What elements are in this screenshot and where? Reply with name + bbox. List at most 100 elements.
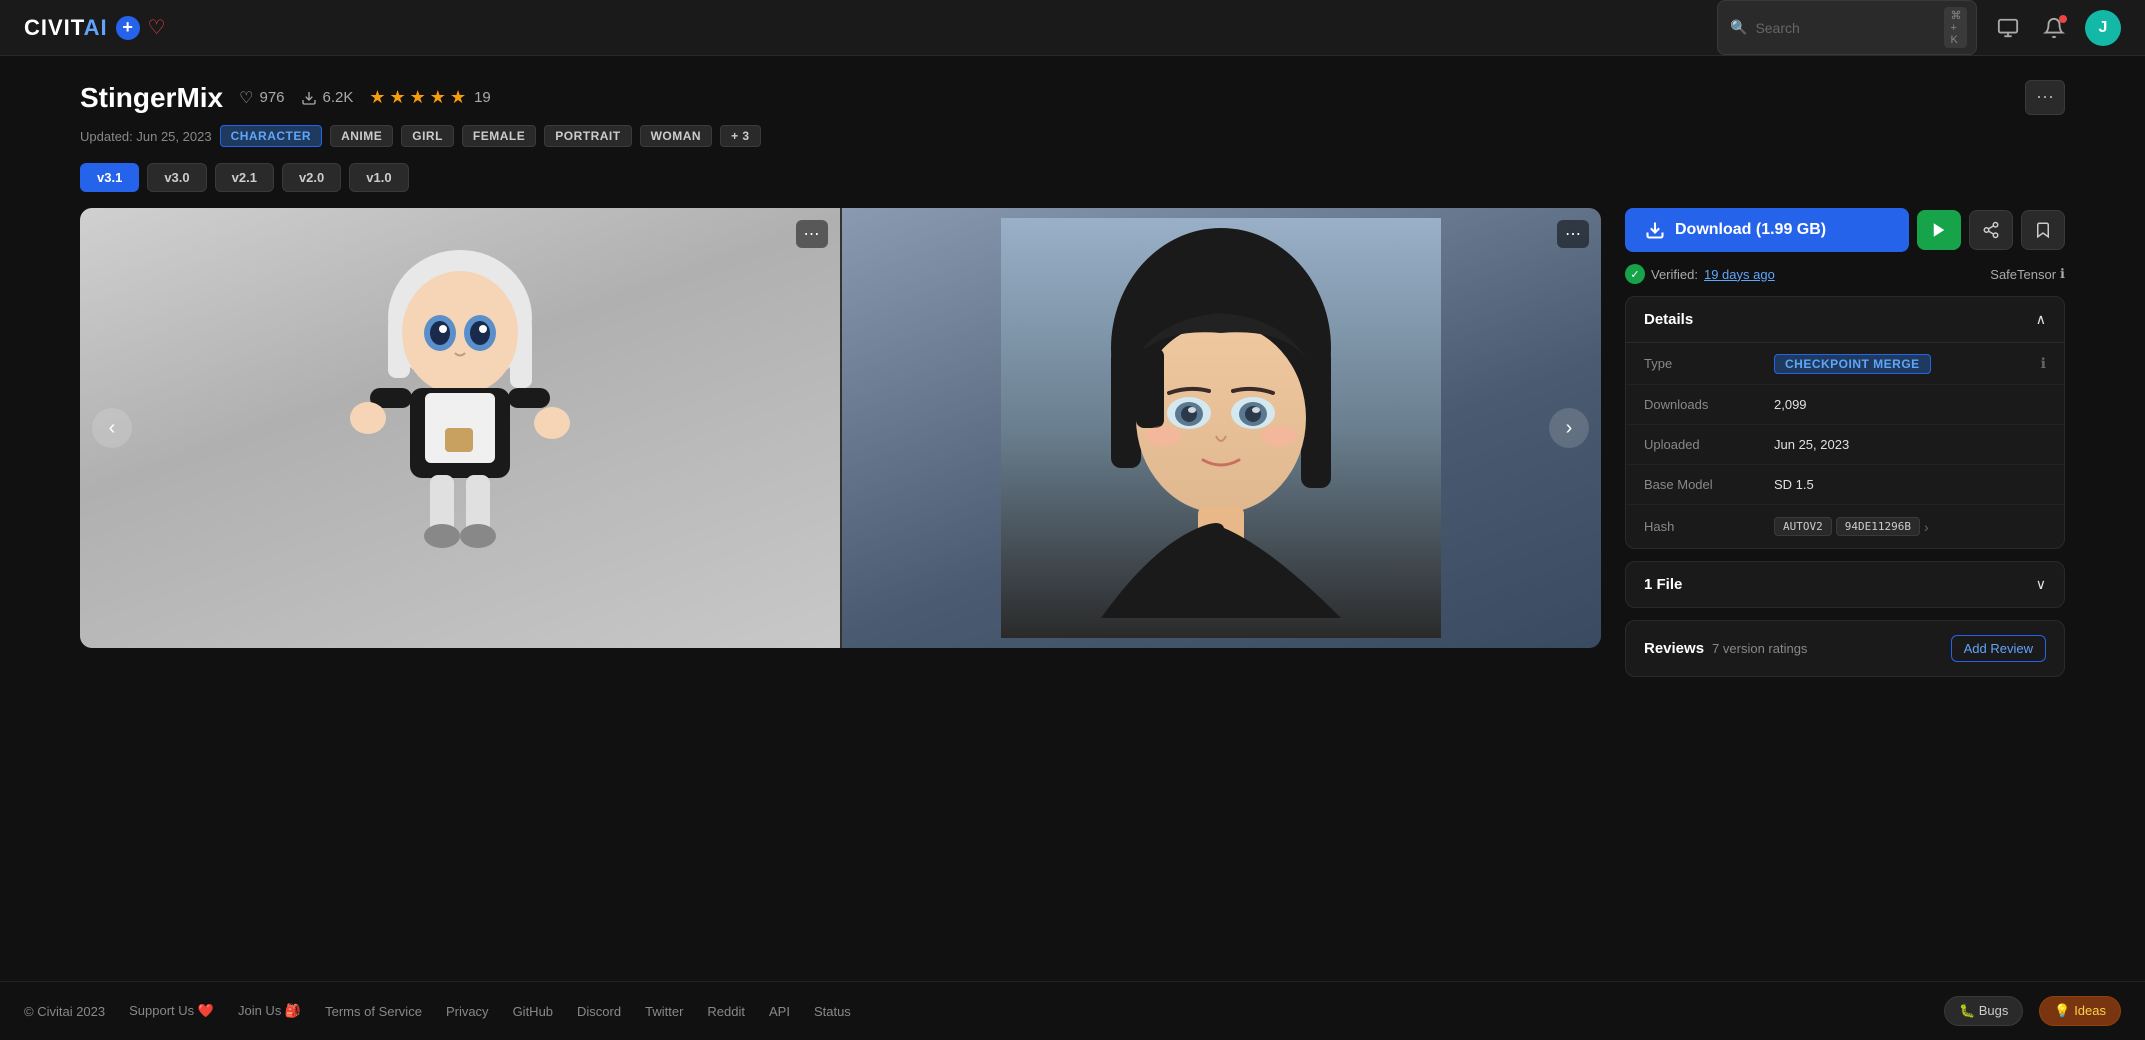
search-bar[interactable]: 🔍 ⌘ + K — [1717, 0, 1977, 55]
search-input[interactable] — [1755, 20, 1936, 36]
tag-girl[interactable]: GIRL — [401, 125, 454, 147]
star-3: ★ — [410, 87, 426, 108]
footer-link-support[interactable]: Support Us ❤️ — [129, 1003, 214, 1019]
detail-row-type: Type CHECKPOINT MERGE ℹ — [1626, 343, 2064, 385]
gallery-prev-button[interactable]: ‹ — [92, 408, 132, 448]
star-rating: ★ ★ ★ ★ ★ 19 — [369, 87, 490, 108]
header-right: 🔍 ⌘ + K J — [1717, 0, 2121, 55]
reviews-meta: 7 version ratings — [1712, 641, 1807, 656]
ideas-button[interactable]: 💡 Ideas — [2039, 996, 2121, 1026]
rating-count: 19 — [474, 89, 491, 106]
version-tab-v20[interactable]: v2.0 — [282, 163, 341, 192]
download-icon — [301, 90, 317, 106]
detail-row-base-model: Base Model SD 1.5 — [1626, 465, 2064, 505]
play-icon — [1930, 221, 1948, 239]
details-panel: Details ∧ Type CHECKPOINT MERGE ℹ Downlo… — [1625, 296, 2065, 549]
files-panel: 1 File ∨ — [1625, 561, 2065, 608]
footer-link-privacy[interactable]: Privacy — [446, 1004, 489, 1019]
footer-link-discord[interactable]: Discord — [577, 1004, 621, 1019]
image-options-button-right[interactable]: ⋯ — [1557, 220, 1589, 248]
search-shortcut: ⌘ + K — [1944, 7, 1967, 48]
bookmark-icon — [2034, 221, 2052, 239]
files-header[interactable]: 1 File ∨ — [1626, 562, 2064, 607]
verified-icon: ✓ — [1625, 264, 1645, 284]
detail-row-downloads: Downloads 2,099 — [1626, 385, 2064, 425]
detail-row-uploaded: Uploaded Jun 25, 2023 — [1626, 425, 2064, 465]
info-icon: ℹ — [2060, 266, 2065, 282]
version-tab-v21[interactable]: v2.1 — [215, 163, 274, 192]
details-header[interactable]: Details ∧ — [1626, 297, 2064, 343]
bugs-button[interactable]: 🐛 Bugs — [1944, 996, 2023, 1026]
add-review-button[interactable]: Add Review — [1951, 635, 2046, 662]
main-content: StingerMix ♡ 976 6.2K ★ ★ ★ ★ ★ 19 ⋯ Upd… — [0, 56, 2145, 981]
logo-text: CIVITAI — [24, 15, 108, 41]
download-label: Download (1.99 GB) — [1675, 221, 1826, 239]
details-body: Type CHECKPOINT MERGE ℹ Downloads 2,099 … — [1626, 343, 2064, 548]
verified-left: ✓ Verified: 19 days ago — [1625, 264, 1775, 284]
version-tab-v30[interactable]: v3.0 — [147, 163, 206, 192]
footer-link-api[interactable]: API — [769, 1004, 790, 1019]
save-button[interactable] — [2021, 210, 2065, 250]
share-icon — [1982, 221, 2000, 239]
display-mode-button[interactable] — [1993, 13, 2023, 43]
files-title: 1 File — [1644, 576, 1682, 593]
notifications-button[interactable] — [2039, 13, 2069, 43]
downloads-label: Downloads — [1644, 397, 1774, 412]
footer-right: 🐛 Bugs 💡 Ideas — [1944, 996, 2121, 1026]
download-button[interactable]: Download (1.99 GB) — [1625, 208, 1909, 252]
reviews-header: Reviews 7 version ratings Add Review — [1626, 621, 2064, 676]
gallery-image-left: ⋯ — [80, 208, 842, 648]
tag-anime[interactable]: ANIME — [330, 125, 393, 147]
footer-link-join[interactable]: Join Us 🎒 — [238, 1003, 301, 1019]
tag-portrait[interactable]: PORTRAIT — [544, 125, 631, 147]
verified-time-link[interactable]: 19 days ago — [1704, 267, 1775, 282]
uploaded-value: Jun 25, 2023 — [1774, 437, 2046, 452]
title-row: StingerMix ♡ 976 6.2K ★ ★ ★ ★ ★ 19 ⋯ — [80, 80, 2065, 115]
gallery-images: ⋯ — [80, 208, 1601, 648]
logo[interactable]: CIVITAI + ♡ — [24, 15, 166, 41]
footer: © Civitai 2023 Support Us ❤️ Join Us 🎒 T… — [0, 981, 2145, 1040]
tag-female[interactable]: FEMALE — [462, 125, 536, 147]
footer-copyright: © Civitai 2023 — [24, 1004, 105, 1019]
footer-link-terms[interactable]: Terms of Service — [325, 1004, 422, 1019]
tag-woman[interactable]: WOMAN — [640, 125, 713, 147]
type-label: Type — [1644, 356, 1774, 371]
hash-container: AUTOV2 94DE11296B › — [1774, 517, 1929, 536]
heart-icon: ♡ — [239, 88, 253, 108]
version-tabs: v3.1 v3.0 v2.1 v2.0 v1.0 — [80, 163, 2065, 192]
star-2: ★ — [390, 87, 406, 108]
share-button[interactable] — [1969, 210, 2013, 250]
hash-label: Hash — [1644, 519, 1774, 534]
image-options-button-left[interactable]: ⋯ — [796, 220, 828, 248]
type-info-icon[interactable]: ℹ — [2041, 355, 2046, 372]
type-value: CHECKPOINT MERGE — [1774, 356, 2041, 371]
chevron-down-icon: ∨ — [2036, 576, 2046, 593]
version-tab-v10[interactable]: v1.0 — [349, 163, 408, 192]
hash-value-badge: 94DE11296B — [1836, 517, 1920, 536]
tag-more[interactable]: + 3 — [720, 125, 761, 147]
downloads-value: 2,099 — [1774, 397, 2046, 412]
gallery-next-button[interactable]: › — [1549, 408, 1589, 448]
download-number: 6.2K — [323, 89, 354, 106]
gallery-image-right: ⋯ — [842, 208, 1602, 648]
more-options-button[interactable]: ⋯ — [2025, 80, 2065, 115]
safetensor-row: SafeTensor ℹ — [1990, 266, 2065, 282]
reviews-panel: Reviews 7 version ratings Add Review — [1625, 620, 2065, 677]
hash-prefix-badge: AUTOV2 — [1774, 517, 1832, 536]
footer-link-reddit[interactable]: Reddit — [707, 1004, 745, 1019]
tag-character[interactable]: CHARACTER — [220, 125, 323, 147]
run-button[interactable] — [1917, 210, 1961, 250]
footer-link-github[interactable]: GitHub — [513, 1004, 553, 1019]
header: CIVITAI + ♡ 🔍 ⌘ + K J — [0, 0, 2145, 56]
details-title: Details — [1644, 311, 1693, 328]
uploaded-label: Uploaded — [1644, 437, 1774, 452]
footer-link-status[interactable]: Status — [814, 1004, 851, 1019]
base-model-value: SD 1.5 — [1774, 477, 2046, 492]
version-tab-v31[interactable]: v3.1 — [80, 163, 139, 192]
footer-link-twitter[interactable]: Twitter — [645, 1004, 683, 1019]
hash-expand-icon[interactable]: › — [1924, 519, 1929, 535]
search-icon: 🔍 — [1730, 19, 1747, 36]
meta-row: Updated: Jun 25, 2023 CHARACTER ANIME GI… — [80, 125, 2065, 147]
user-avatar[interactable]: J — [2085, 10, 2121, 46]
add-content-button[interactable]: + — [116, 16, 140, 40]
